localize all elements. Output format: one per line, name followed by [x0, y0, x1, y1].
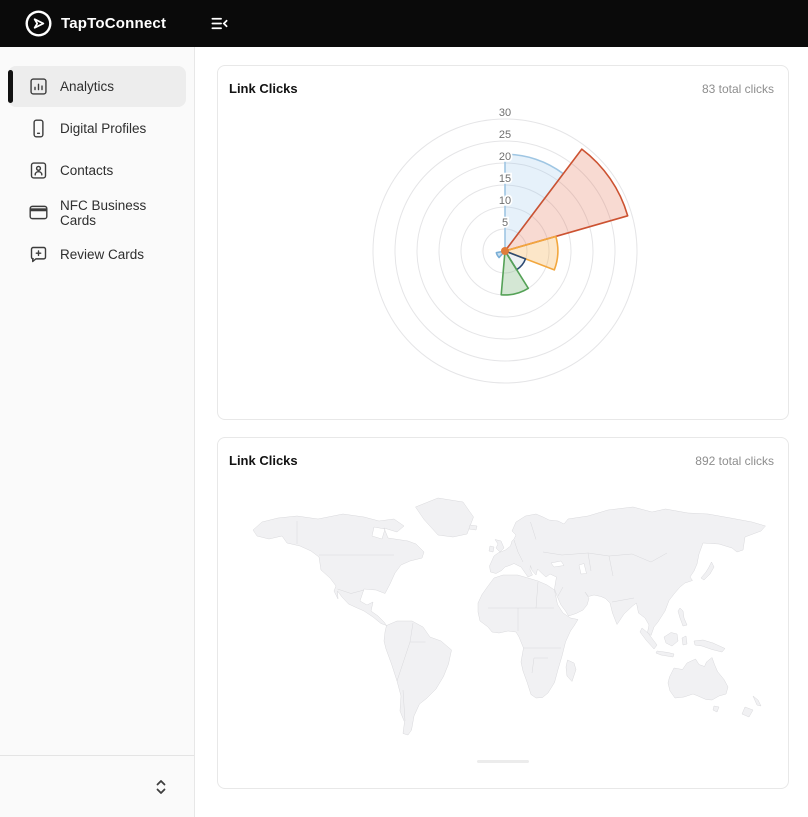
- up-down-chevron-icon: [154, 778, 168, 796]
- island-sulawesi[interactable]: [682, 636, 687, 645]
- sidebar-item-contacts[interactable]: Contacts: [8, 150, 186, 191]
- brand-name: TapToConnect: [61, 15, 166, 32]
- radial-tick-label: 20: [499, 151, 511, 163]
- smartphone-icon: [28, 118, 49, 139]
- radial-tick-label: 5: [502, 217, 508, 229]
- total-clicks-badge: 892 total clicks: [695, 454, 774, 468]
- sidebar-item-label: NFC Business Cards: [60, 198, 186, 228]
- sidebar-item-label: Digital Profiles: [60, 121, 146, 136]
- sidebar-collapse-icon: [210, 14, 229, 33]
- radial-tick-label: 10: [499, 195, 511, 207]
- sidebar-footer: [0, 755, 194, 817]
- radial-tick-label: 30: [499, 107, 511, 119]
- landmass-greenland[interactable]: [416, 498, 474, 537]
- island-madagascar[interactable]: [566, 660, 576, 682]
- island-new-zealand[interactable]: [742, 696, 761, 717]
- taptoconnect-arrow-logo: [25, 10, 52, 37]
- polar-area-chart[interactable]: 5 10 15 20 25 30: [218, 96, 788, 406]
- sidebar-item-label: Contacts: [60, 163, 113, 178]
- brand-logo-link[interactable]: TapToConnect: [25, 10, 166, 37]
- contact-card-icon: [28, 160, 49, 181]
- world-map-container: [238, 492, 768, 763]
- island-iceland[interactable]: [469, 525, 477, 530]
- card-header: Link Clicks 892 total clicks: [218, 438, 788, 468]
- island-ireland[interactable]: [489, 546, 494, 552]
- radial-tick-label: 25: [499, 129, 511, 141]
- link-clicks-polar-card: Link Clicks 83 total clicks 5 10 15 20 25 30: [217, 65, 789, 420]
- sidebar-nav: Analytics Digital Profiles Contacts: [0, 47, 194, 275]
- radial-tick-label: 15: [499, 173, 511, 185]
- card-title: Link Clicks: [229, 453, 298, 468]
- island-tasmania[interactable]: [713, 706, 719, 712]
- sidebar-item-analytics[interactable]: Analytics: [8, 66, 186, 107]
- world-map[interactable]: [238, 492, 768, 742]
- card-header: Link Clicks 83 total clicks: [218, 66, 788, 96]
- credit-card-icon: [28, 202, 49, 223]
- landmass-north-america[interactable]: [253, 514, 424, 626]
- main-content: Link Clicks 83 total clicks 51015202530 …: [196, 47, 808, 817]
- island-new-guinea[interactable]: [694, 640, 725, 652]
- topbar: TapToConnect: [0, 0, 808, 47]
- island-great-britain[interactable]: [495, 540, 504, 553]
- sidebar: Analytics Digital Profiles Contacts: [0, 47, 195, 817]
- island-borneo[interactable]: [664, 633, 678, 647]
- sidebar-item-label: Analytics: [60, 79, 114, 94]
- sidebar-collapse-button[interactable]: [206, 10, 233, 37]
- sidebar-item-nfc-business-cards[interactable]: NFC Business Cards: [8, 192, 186, 233]
- sidebar-item-digital-profiles[interactable]: Digital Profiles: [8, 108, 186, 149]
- sidebar-item-review-cards[interactable]: Review Cards: [8, 234, 186, 275]
- card-title: Link Clicks: [229, 81, 298, 96]
- sidebar-item-label: Review Cards: [60, 247, 144, 262]
- review-card-icon: [28, 244, 49, 265]
- landmass-australia[interactable]: [668, 658, 728, 701]
- island-philippines[interactable]: [678, 608, 687, 626]
- sidebar-expand-collapse-button[interactable]: [150, 774, 172, 800]
- link-clicks-map-card: Link Clicks 892 total clicks: [217, 437, 789, 789]
- landmass-south-america[interactable]: [384, 621, 452, 735]
- map-attribution-bar: [477, 760, 529, 763]
- island-japan[interactable]: [701, 562, 714, 580]
- bar-chart-icon: [28, 76, 49, 97]
- polar-center-dot: [501, 247, 509, 255]
- island-java[interactable]: [656, 651, 674, 657]
- total-clicks-badge: 83 total clicks: [702, 82, 774, 96]
